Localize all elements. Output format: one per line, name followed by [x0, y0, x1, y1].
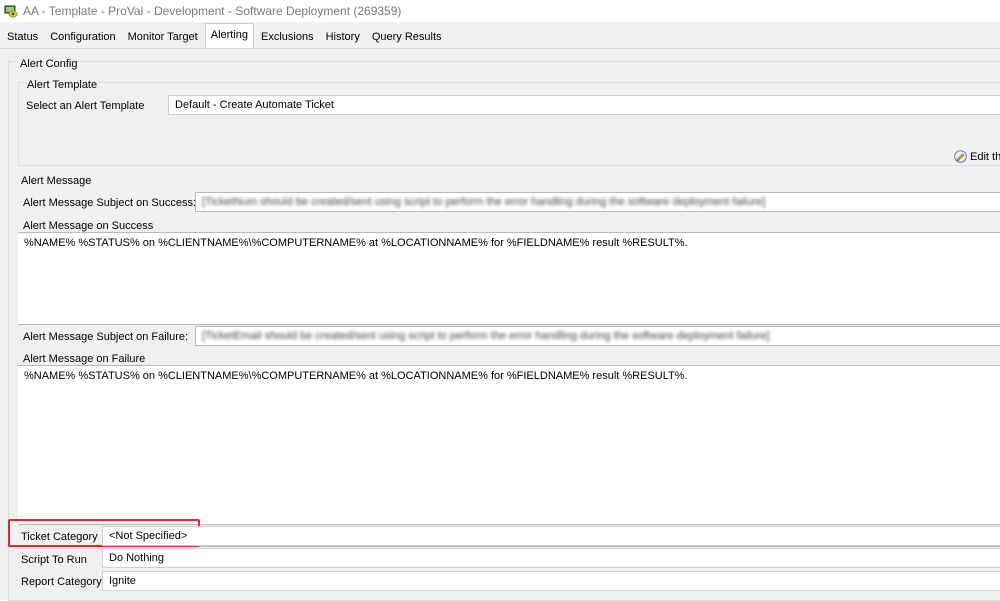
alerting-panel: Alert Config Alert Template Select an Al… [0, 49, 1000, 601]
tab-configuration[interactable]: Configuration [45, 26, 120, 48]
alert-template-select[interactable]: Default - Create Automate Ticket [168, 95, 1000, 115]
edit-icon [954, 150, 967, 163]
select-template-label: Select an Alert Template [26, 100, 145, 112]
tab-alerting[interactable]: Alerting [204, 23, 255, 48]
subject-failure-label: Alert Message Subject on Failure: [23, 331, 189, 343]
subject-failure-value: [TicketEmail should be created/sent usin… [202, 330, 770, 342]
report-category-label: Report Category [21, 576, 102, 588]
failure-message-body: %NAME% %STATUS% on %CLIENTNAME%\%COMPUTE… [24, 370, 688, 382]
subject-failure-input[interactable]: [TicketEmail should be created/sent usin… [195, 326, 1000, 346]
edit-template-button[interactable]: Edit th [954, 150, 1000, 163]
alert-template-value: Default - Create Automate Ticket [175, 99, 334, 111]
tab-history[interactable]: History [321, 26, 365, 48]
failure-message-textarea[interactable]: %NAME% %STATUS% on %CLIENTNAME%\%COMPUTE… [18, 365, 1000, 525]
script-to-run-select[interactable]: Do Nothing [102, 548, 1000, 568]
success-message-body: %NAME% %STATUS% on %CLIENTNAME%\%COMPUTE… [24, 237, 688, 249]
tab-query-results[interactable]: Query Results [367, 26, 447, 48]
success-message-textarea[interactable]: %NAME% %STATUS% on %CLIENTNAME%\%COMPUTE… [18, 232, 1000, 325]
report-category-value: Ignite [109, 575, 136, 587]
subject-success-value: [TicketNum should be created/sent using … [202, 196, 766, 208]
alert-config-label: Alert Config [19, 58, 79, 70]
ticket-category-select[interactable]: <Not Specified> [102, 526, 1000, 546]
ticket-category-value: <Not Specified> [109, 530, 188, 542]
window-title: AA - Template - ProVal - Development - S… [23, 4, 402, 18]
ticket-category-label: Ticket Category [21, 531, 98, 543]
tab-exclusions[interactable]: Exclusions [256, 26, 319, 48]
tab-status[interactable]: Status [2, 26, 43, 48]
success-message-label: Alert Message on Success [23, 220, 154, 232]
edit-template-label: Edit th [970, 150, 1000, 163]
title-bar: AA - Template - ProVal - Development - S… [0, 0, 1000, 22]
report-category-select[interactable]: Ignite [102, 571, 1000, 591]
script-to-run-value: Do Nothing [109, 552, 165, 564]
failure-message-label: Alert Message on Failure [23, 353, 146, 365]
tab-strip: Status Configuration Monitor Target Aler… [0, 22, 1000, 49]
tab-monitor-target[interactable]: Monitor Target [123, 26, 203, 48]
subject-success-label: Alert Message Subject on Success: [23, 197, 197, 209]
alert-message-label: Alert Message [21, 175, 92, 187]
monitor-app-icon [4, 4, 18, 18]
script-to-run-label: Script To Run [21, 554, 87, 566]
subject-success-input[interactable]: [TicketNum should be created/sent using … [195, 192, 1000, 212]
alert-template-label: Alert Template [26, 79, 99, 91]
